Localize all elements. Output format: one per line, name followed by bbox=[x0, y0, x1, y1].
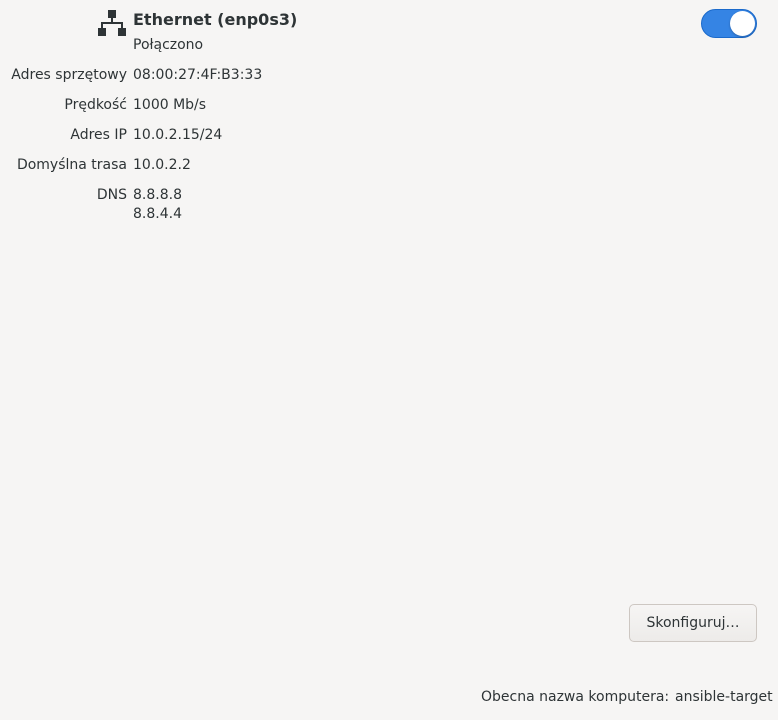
dns-primary-value: 8.8.8.8 bbox=[133, 187, 182, 203]
ip-address-value: 10.0.2.15/24 bbox=[133, 127, 223, 143]
connection-status: Połączono bbox=[133, 37, 204, 53]
dns-secondary-value: 8.8.4.4 bbox=[133, 206, 182, 222]
default-route-label: Domyślna trasa bbox=[16, 157, 127, 173]
hostname-label: Obecna nazwa komputera: bbox=[481, 689, 670, 705]
speed-label: Prędkość bbox=[64, 97, 127, 113]
toggle-knob bbox=[730, 11, 755, 36]
speed-value: 1000 Mb/s bbox=[133, 97, 207, 113]
connection-name: Ethernet (enp0s3) bbox=[133, 10, 298, 29]
hardware-address-value: 08:00:27:4F:B3:33 bbox=[133, 67, 263, 83]
ip-address-label: Adres IP bbox=[70, 127, 127, 143]
wired-network-icon bbox=[98, 10, 126, 36]
connection-toggle[interactable] bbox=[701, 9, 757, 38]
hostname-value: ansible-target bbox=[675, 689, 773, 705]
default-route-value: 10.0.2.2 bbox=[133, 157, 191, 173]
configure-button[interactable]: Skonfiguruj… bbox=[629, 604, 757, 642]
hardware-address-label: Adres sprzętowy bbox=[11, 67, 127, 83]
dns-label: DNS bbox=[96, 187, 127, 203]
